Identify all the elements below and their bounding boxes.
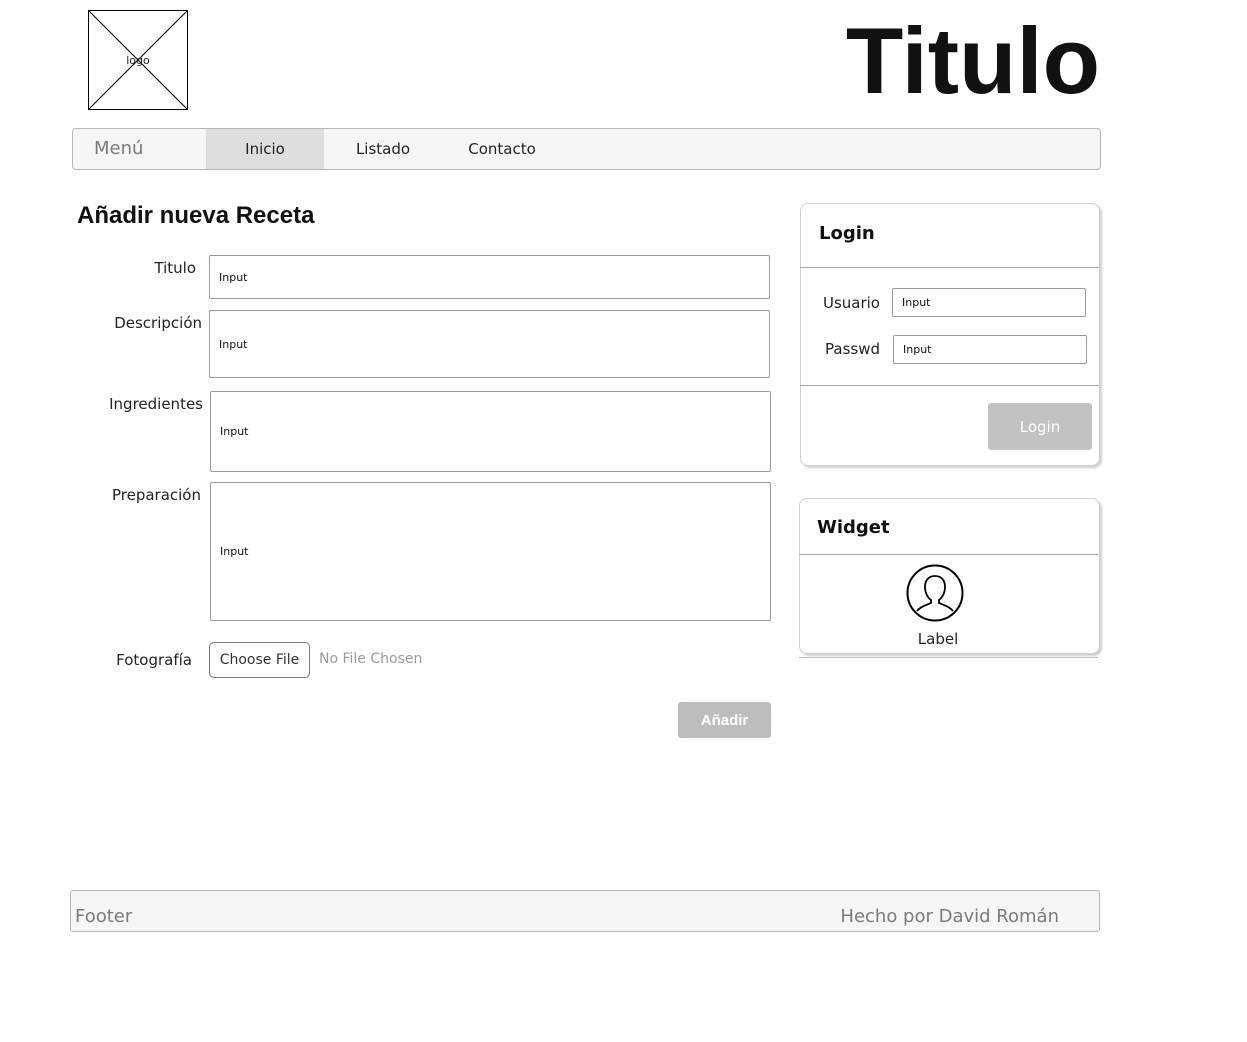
footer: Footer Hecho por David Román (70, 890, 1100, 932)
preparacion-label: Preparación (111, 486, 201, 504)
descripcion-label: Descripción (114, 314, 202, 332)
site-title: Titulo (845, 8, 1100, 113)
choose-file-button[interactable]: Choose File (209, 642, 310, 678)
login-button[interactable]: Login (988, 403, 1092, 450)
widget-title: Widget (817, 517, 890, 538)
titulo-input[interactable]: Input (209, 255, 770, 299)
usuario-input[interactable]: Input (892, 288, 1086, 317)
navbar: Menú Inicio Listado Contacto (72, 128, 1101, 170)
form-heading: Añadir nueva Receta (77, 202, 315, 229)
widget-label: Label (917, 630, 959, 648)
login-divider-bottom (800, 385, 1099, 386)
login-divider-top (800, 267, 1099, 268)
passwd-input[interactable]: Input (893, 335, 1087, 364)
usuario-label: Usuario (822, 294, 880, 312)
descripcion-input[interactable]: Input (209, 310, 770, 378)
titulo-label: Titulo (154, 259, 196, 277)
nav-item-contacto[interactable]: Contacto (442, 129, 562, 169)
logo-placeholder: logo (88, 10, 188, 110)
widget-divider (799, 554, 1098, 555)
footer-label: Footer (75, 906, 133, 927)
preparacion-input[interactable]: Input (210, 482, 771, 621)
user-avatar-icon (906, 564, 964, 622)
ingredientes-input[interactable]: Input (210, 391, 771, 472)
ingredientes-label: Ingredientes (109, 395, 203, 413)
login-title: Login (819, 223, 875, 244)
file-status: No File Chosen (319, 651, 423, 667)
anadir-button[interactable]: Añadir (678, 702, 771, 738)
passwd-label: Passwd (825, 340, 880, 358)
nav-item-inicio[interactable]: Inicio (206, 129, 324, 169)
footer-credit: Hecho por David Román (840, 906, 1059, 927)
logo-text: logo (126, 54, 150, 67)
widget-underline (799, 657, 1098, 658)
nav-item-listado[interactable]: Listado (324, 129, 442, 169)
nav-brand[interactable]: Menú (94, 129, 143, 169)
fotografia-label: Fotografía (116, 651, 192, 669)
